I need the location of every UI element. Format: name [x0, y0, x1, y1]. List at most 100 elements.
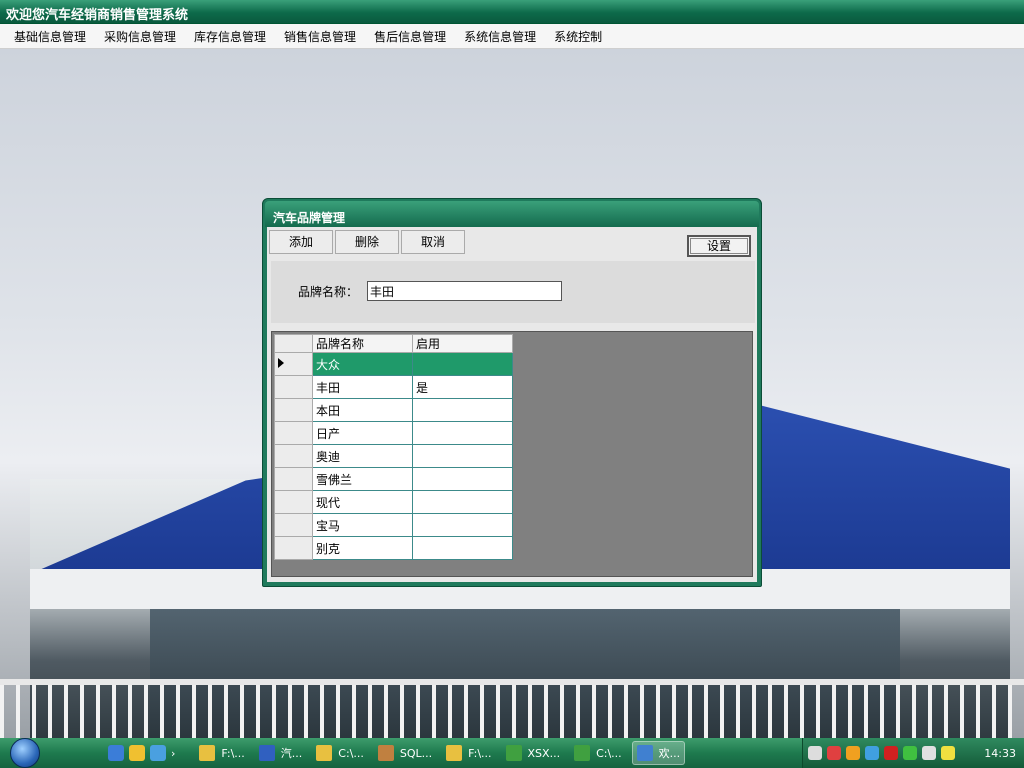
menu-item-sales[interactable]: 销售信息管理: [276, 25, 364, 48]
clock[interactable]: 14:33: [984, 747, 1016, 760]
keyboard-icon[interactable]: [808, 746, 822, 760]
taskbar-item[interactable]: F:\...: [442, 741, 495, 765]
taskbar-item[interactable]: C:\...: [570, 741, 626, 765]
ati-icon[interactable]: [884, 746, 898, 760]
security-shield-icon[interactable]: [903, 746, 917, 760]
taskbar: › F:\... 汽... C:\... SQL... F:\... XSX... C:\.…: [0, 738, 1024, 768]
window-title: 欢迎您汽车经销商销售管理系统: [0, 0, 1024, 24]
menu-bar: 基础信息管理 采购信息管理 库存信息管理 销售信息管理 售后信息管理 系统信息管…: [0, 24, 1024, 49]
table-row[interactable]: 大众: [274, 352, 513, 376]
brand-grid: 品牌名称 启用 大众 丰田是本田 日产 奥迪 雪佛兰 现代 宝马 别克: [274, 334, 513, 560]
row-header[interactable]: [274, 352, 313, 376]
menu-item-purchase[interactable]: 采购信息管理: [96, 25, 184, 48]
ie-icon[interactable]: [108, 745, 124, 761]
table-row[interactable]: 奥迪: [274, 444, 513, 468]
table-row[interactable]: 本田: [274, 398, 513, 422]
taskbar-item-label: C:\...: [338, 746, 364, 760]
cell-enabled[interactable]: [412, 398, 513, 422]
volume-icon[interactable]: [922, 746, 936, 760]
cell-enabled[interactable]: [412, 490, 513, 514]
cell-brand-name[interactable]: 雪佛兰: [312, 467, 413, 491]
cell-enabled[interactable]: [412, 352, 513, 376]
delete-button[interactable]: 删除: [335, 230, 399, 254]
row-header[interactable]: [274, 444, 313, 468]
table-row[interactable]: 现代: [274, 490, 513, 514]
network-icon[interactable]: [865, 746, 879, 760]
row-header[interactable]: [274, 490, 313, 514]
dialog-title: 汽车品牌管理: [265, 201, 759, 227]
taskbar-item-label: F:\...: [468, 746, 492, 760]
tray-app-icon[interactable]: [827, 746, 841, 760]
row-header[interactable]: [274, 375, 313, 399]
table-row[interactable]: 日产: [274, 421, 513, 445]
brand-management-dialog: 汽车品牌管理 添加 删除 取消 设置 品牌名称： 品牌名称 启用 大众丰田是本田…: [262, 198, 762, 587]
taskbar-item-label: SQL...: [399, 746, 433, 760]
cell-brand-name[interactable]: 丰田: [312, 375, 413, 399]
brand-form: 品牌名称：: [271, 261, 755, 323]
cell-enabled[interactable]: [412, 536, 513, 560]
cell-enabled[interactable]: [412, 421, 513, 445]
qq-icon[interactable]: [846, 746, 860, 760]
taskbar-item[interactable]: F:\...: [195, 741, 248, 765]
explorer-icon[interactable]: [129, 745, 145, 761]
cell-brand-name[interactable]: 本田: [312, 398, 413, 422]
quick-launch-chevron-icon[interactable]: ›: [171, 747, 175, 760]
cell-brand-name[interactable]: 现代: [312, 490, 413, 514]
cell-brand-name[interactable]: 奥迪: [312, 444, 413, 468]
start-button[interactable]: [0, 738, 50, 768]
taskbar-item[interactable]: 汽...: [255, 741, 307, 765]
cell-brand-name[interactable]: 宝马: [312, 513, 413, 537]
cell-enabled[interactable]: [412, 513, 513, 537]
taskbar-app-icon: [199, 745, 216, 761]
taskbar-item-label: 汽...: [280, 747, 303, 760]
menu-item-after-sales[interactable]: 售后信息管理: [366, 25, 454, 48]
row-header[interactable]: [274, 467, 313, 491]
taskbar-item[interactable]: XSX...: [502, 741, 565, 765]
settings-button[interactable]: 设置: [687, 235, 751, 257]
taskbar-app-icon: [505, 745, 522, 761]
row-header[interactable]: [274, 398, 313, 422]
table-row[interactable]: 别克: [274, 536, 513, 560]
table-row[interactable]: 雪佛兰: [274, 467, 513, 491]
table-row[interactable]: 丰田是: [274, 375, 513, 399]
taskbar-item-label: 欢...: [658, 747, 681, 760]
menu-item-system-info[interactable]: 系统信息管理: [456, 25, 544, 48]
cell-brand-name[interactable]: 大众: [312, 352, 413, 376]
windows-logo-icon: [10, 738, 40, 768]
antivirus-icon[interactable]: [941, 746, 955, 760]
cell-brand-name[interactable]: 日产: [312, 421, 413, 445]
taskbar-app-icon: [574, 745, 591, 761]
row-header[interactable]: [274, 536, 313, 560]
menu-item-basic-info[interactable]: 基础信息管理: [6, 25, 94, 48]
taskbar-items: F:\... 汽... C:\... SQL... F:\... XSX... C:\...…: [189, 741, 686, 765]
column-header-enabled[interactable]: 启用: [412, 334, 513, 353]
brand-grid-area: 品牌名称 启用 大众 丰田是本田 日产 奥迪 雪佛兰 现代 宝马 别克: [271, 331, 753, 577]
browser-icon[interactable]: [150, 745, 166, 761]
cell-enabled[interactable]: [412, 444, 513, 468]
table-row[interactable]: 宝马: [274, 513, 513, 537]
brand-name-input[interactable]: [367, 281, 562, 301]
taskbar-app-icon: [377, 745, 394, 761]
fence: [0, 679, 1024, 738]
dialog-toolbar: 添加 删除 取消: [269, 230, 467, 254]
taskbar-item-label: F:\...: [221, 746, 245, 760]
add-button[interactable]: 添加: [269, 230, 333, 254]
cell-brand-name[interactable]: 别克: [312, 536, 413, 560]
cell-enabled[interactable]: 是: [412, 375, 513, 399]
cancel-button[interactable]: 取消: [401, 230, 465, 254]
menu-item-inventory[interactable]: 库存信息管理: [186, 25, 274, 48]
taskbar-app-icon: [446, 745, 463, 761]
taskbar-item-label: XSX...: [527, 746, 561, 760]
row-header[interactable]: [274, 421, 313, 445]
column-header-brand-name[interactable]: 品牌名称: [312, 334, 413, 353]
taskbar-app-icon: [636, 745, 653, 761]
row-header-corner: [274, 334, 313, 353]
menu-item-system-control[interactable]: 系统控制: [546, 25, 610, 48]
quick-launch: ›: [108, 745, 175, 761]
taskbar-item[interactable]: C:\...: [312, 741, 368, 765]
cell-enabled[interactable]: [412, 467, 513, 491]
taskbar-item[interactable]: 欢...: [631, 741, 686, 765]
taskbar-item-label: C:\...: [596, 746, 622, 760]
taskbar-item[interactable]: SQL...: [374, 741, 436, 765]
row-header[interactable]: [274, 513, 313, 537]
